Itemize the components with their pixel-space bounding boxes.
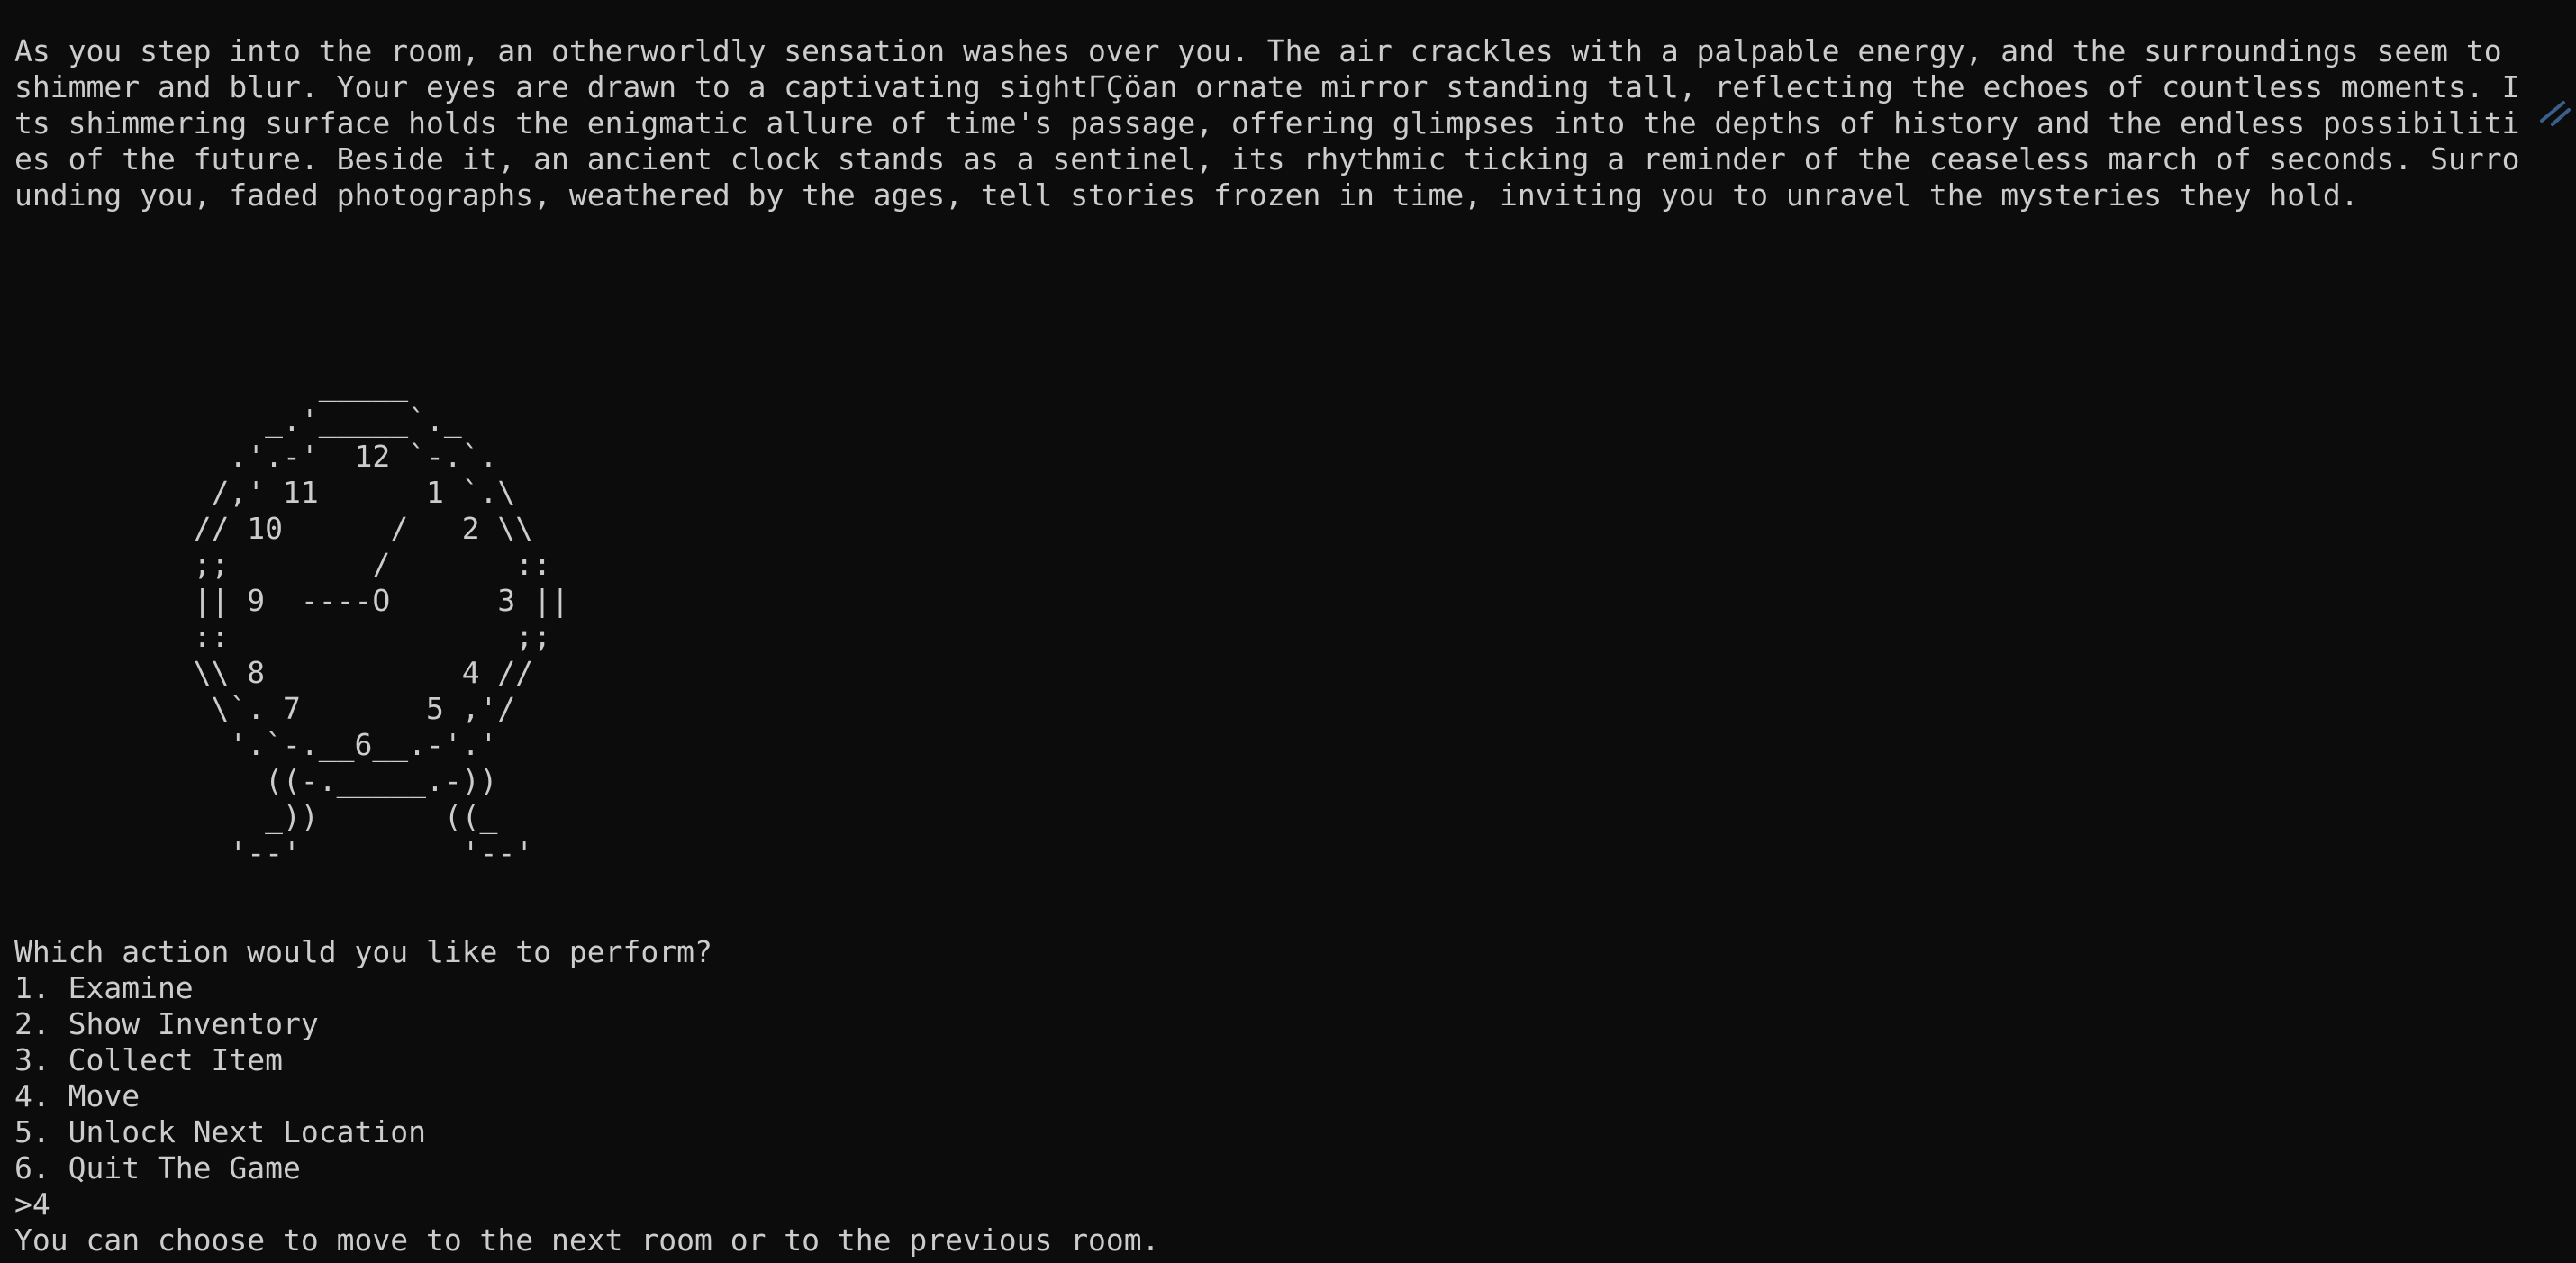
menu-prompt: Which action would you like to perform? bbox=[14, 934, 712, 969]
clock-art-line: '.`-.__6__.-'.' bbox=[14, 727, 498, 762]
clock-art-line: \`. 7 5 ,'/ bbox=[14, 691, 516, 726]
terminal-window[interactable]: As you step into the room, an otherworld… bbox=[0, 0, 2576, 1263]
clock-art-line: _____ bbox=[14, 367, 409, 402]
menu-option-quit-the-game: 6. Quit The Game bbox=[14, 1150, 301, 1186]
clock-art-line: /,' 11 1 `.\ bbox=[14, 475, 516, 510]
clock-art-line: \\ 8 4 // bbox=[14, 655, 534, 690]
menu-option-unlock-next-location: 5. Unlock Next Location bbox=[14, 1114, 426, 1149]
clock-art-line: '--' '--' bbox=[14, 835, 534, 870]
resize-grip-icon[interactable] bbox=[2536, 94, 2572, 130]
clock-art-line: ((-._____.-)) bbox=[14, 763, 498, 798]
clock-art-line: || 9 ----O 3 || bbox=[14, 583, 569, 618]
menu-option-show-inventory: 2. Show Inventory bbox=[14, 1006, 319, 1041]
menu-option-examine: 1. Examine bbox=[14, 970, 194, 1005]
story-line: unding you, faded photographs, weathered… bbox=[14, 177, 2359, 213]
story-line: ts shimmering surface holds the enigmati… bbox=[14, 105, 2520, 141]
menu-option-move: 4. Move bbox=[14, 1078, 141, 1113]
command-input-line[interactable]: >4 bbox=[14, 1186, 50, 1222]
story-line: As you step into the room, an otherworld… bbox=[14, 33, 2502, 68]
clock-art-line: _)) ((_ bbox=[14, 799, 498, 834]
menu-option-collect-item: 3. Collect Item bbox=[14, 1042, 284, 1077]
clock-art-line: .'.-' 12 `-.`. bbox=[14, 439, 498, 474]
clock-art-line: :: ;; bbox=[14, 619, 552, 654]
clock-art-line: ;; / :: bbox=[14, 547, 552, 582]
story-line: es of the future. Beside it, an ancient … bbox=[14, 141, 2520, 177]
game-response: You can choose to move to the next room … bbox=[14, 1222, 1160, 1258]
story-line: shimmer and blur. Your eyes are drawn to… bbox=[14, 69, 2520, 104]
clock-art-line: // 10 / 2 \\ bbox=[14, 511, 534, 546]
clock-art-line: _.'_____`._ bbox=[14, 403, 462, 438]
